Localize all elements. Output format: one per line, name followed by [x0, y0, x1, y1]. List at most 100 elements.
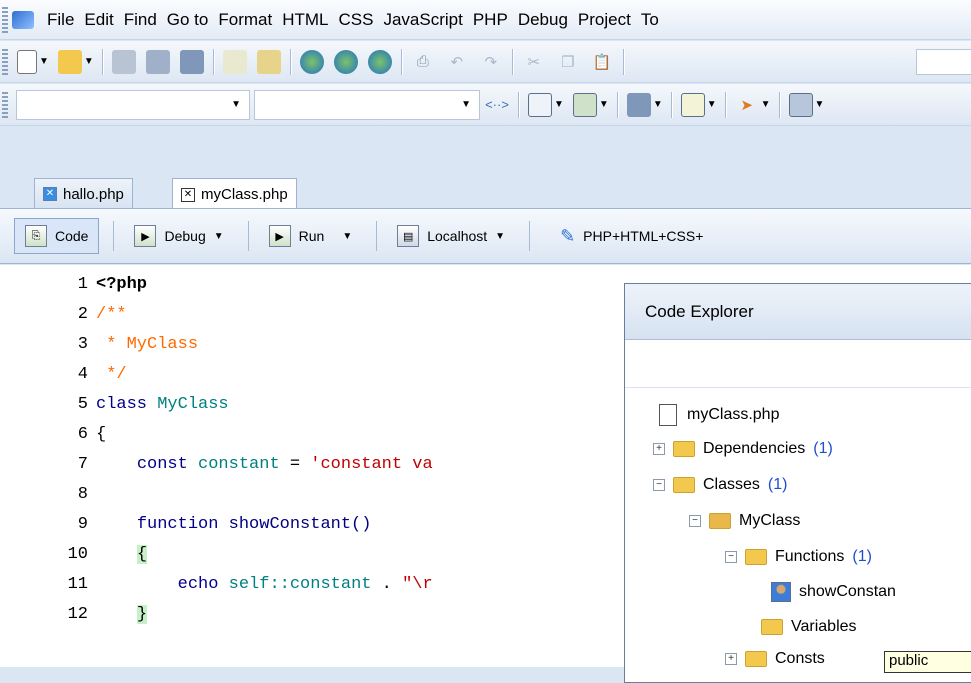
- settings-icon[interactable]: [788, 92, 813, 117]
- new-document-icon[interactable]: [222, 49, 247, 74]
- document-icon[interactable]: [680, 92, 705, 117]
- tree-file[interactable]: myClass.php: [659, 404, 779, 426]
- code-line: 8: [0, 479, 96, 509]
- tab-hallo-php[interactable]: ✕ hallo.php: [34, 178, 133, 209]
- tree-variables[interactable]: Variables: [761, 618, 857, 636]
- tab-myclass-php[interactable]: ✕ myClass.php: [172, 178, 297, 210]
- run-button[interactable]: ▶ Run ▼: [259, 218, 363, 254]
- image-icon[interactable]: [626, 92, 651, 117]
- save-as-icon[interactable]: [145, 49, 170, 74]
- save-all-icon[interactable]: [179, 49, 204, 74]
- menu-javascript[interactable]: JavaScript: [378, 10, 467, 30]
- tag-icon[interactable]: <··>: [485, 93, 509, 117]
- copy-icon[interactable]: ❐: [556, 50, 580, 74]
- code-text: * MyClass: [96, 334, 199, 354]
- standard-toolbar: ▼ ▼ ⎙ ↶ ↷ ✂ ❐ 📋: [0, 41, 971, 83]
- chevron-down-icon[interactable]: ▼: [653, 99, 663, 110]
- chevron-down-icon[interactable]: ▼: [495, 231, 505, 242]
- code-text: constant: [187, 454, 280, 474]
- chevron-down-icon[interactable]: ▼: [554, 99, 564, 110]
- close-icon[interactable]: ✕: [43, 187, 57, 201]
- globe-lock-icon[interactable]: [333, 49, 358, 74]
- toolbar-grip[interactable]: [2, 91, 8, 118]
- chevron-down-icon[interactable]: ▼: [214, 231, 224, 242]
- code-line: 7 const constant = 'constant va: [0, 449, 433, 479]
- chevron-down-icon[interactable]: ▼: [84, 56, 94, 67]
- code-keyword: echo: [177, 574, 219, 594]
- collapse-icon[interactable]: −: [689, 515, 701, 527]
- expand-icon[interactable]: +: [653, 443, 665, 455]
- new-file-icon[interactable]: [17, 49, 37, 74]
- menu-project[interactable]: Project: [573, 10, 636, 30]
- open-folder-icon[interactable]: [57, 49, 82, 74]
- toolbar-grip[interactable]: [2, 6, 8, 33]
- tree-classes[interactable]: − Classes (1): [653, 476, 787, 494]
- chevron-down-icon[interactable]: ▼: [342, 231, 352, 242]
- localhost-button[interactable]: ▤ Localhost ▼: [387, 218, 515, 254]
- tree-showconstant[interactable]: showConstan: [771, 582, 896, 602]
- line-number: 1: [77, 274, 88, 294]
- toolbar-grip[interactable]: [2, 48, 8, 75]
- format-toolbar: ▼ ▼ <··> ▼ ▼ ▼ ▼ ➤ ▼ ▼: [0, 84, 971, 126]
- folder-icon: [761, 619, 783, 635]
- address-input[interactable]: [916, 49, 971, 75]
- menu-tools[interactable]: To: [636, 10, 664, 30]
- chevron-down-icon[interactable]: ▼: [599, 99, 609, 110]
- menu-php[interactable]: PHP: [468, 10, 513, 30]
- divider: [622, 48, 624, 75]
- tree-label: showConstan: [799, 583, 896, 600]
- chevron-down-icon[interactable]: ▼: [39, 56, 49, 67]
- tree-count: (1): [813, 440, 833, 457]
- globe-icon[interactable]: [299, 49, 324, 74]
- size-select[interactable]: ▼: [254, 89, 480, 120]
- tree-dependencies[interactable]: + Dependencies (1): [653, 440, 833, 458]
- menu-edit[interactable]: Edit: [79, 10, 118, 30]
- code-line: 12 }: [0, 599, 148, 629]
- localhost-label: Localhost: [427, 228, 488, 244]
- menu-format[interactable]: Format: [213, 10, 277, 30]
- save-icon[interactable]: [111, 49, 136, 74]
- menu-find[interactable]: Find: [119, 10, 162, 30]
- server-icon: ▤: [397, 225, 420, 247]
- font-select[interactable]: ▼: [16, 89, 250, 120]
- menu-file[interactable]: File: [42, 10, 79, 30]
- chevron-down-icon[interactable]: ▼: [815, 99, 825, 110]
- redo-icon[interactable]: ↷: [479, 50, 503, 74]
- run-label: Run: [298, 228, 325, 244]
- code-text: {: [96, 424, 107, 444]
- menu-css[interactable]: CSS: [334, 10, 379, 30]
- close-icon[interactable]: ✕: [181, 187, 195, 202]
- collapse-icon[interactable]: −: [653, 479, 665, 491]
- paste-icon[interactable]: 📋: [590, 50, 614, 74]
- line-number: 9: [77, 514, 88, 534]
- chevron-down-icon[interactable]: ▼: [761, 99, 771, 110]
- tree-consts[interactable]: + Consts: [725, 650, 825, 668]
- highlight-icon[interactable]: ➤: [735, 93, 759, 117]
- divider: [724, 91, 726, 118]
- undo-icon[interactable]: ↶: [445, 50, 469, 74]
- open-document-icon[interactable]: [256, 49, 281, 74]
- menu-goto[interactable]: Go to: [162, 10, 214, 30]
- collapse-icon[interactable]: −: [725, 551, 737, 563]
- cut-icon[interactable]: ✂: [522, 50, 546, 74]
- print-icon[interactable]: ⎙: [411, 50, 435, 74]
- debug-button[interactable]: ▶ Debug ▼: [124, 218, 233, 254]
- tree-functions[interactable]: − Functions (1): [725, 548, 872, 566]
- code-line: 4 */: [0, 359, 127, 389]
- globe-add-icon[interactable]: [367, 49, 392, 74]
- line-number: 11: [67, 574, 88, 594]
- code-view-button[interactable]: ⎘ Code: [14, 218, 100, 254]
- line-number: 3: [77, 334, 88, 354]
- tree-myclass[interactable]: − MyClass: [689, 512, 800, 530]
- form-icon[interactable]: [528, 92, 552, 117]
- chevron-down-icon[interactable]: ▼: [707, 99, 717, 110]
- table-icon[interactable]: [572, 92, 597, 117]
- code-label: Code: [55, 228, 89, 244]
- menu-html[interactable]: HTML: [277, 10, 333, 30]
- debug-icon: ▶: [134, 225, 157, 247]
- syntax-mode-button[interactable]: ✎ PHP+HTML+CSS+: [550, 218, 713, 254]
- expand-icon[interactable]: +: [725, 653, 737, 665]
- code-brace: }: [136, 604, 148, 624]
- menu-debug[interactable]: Debug: [513, 10, 573, 30]
- code-text: showConstant(): [218, 514, 372, 534]
